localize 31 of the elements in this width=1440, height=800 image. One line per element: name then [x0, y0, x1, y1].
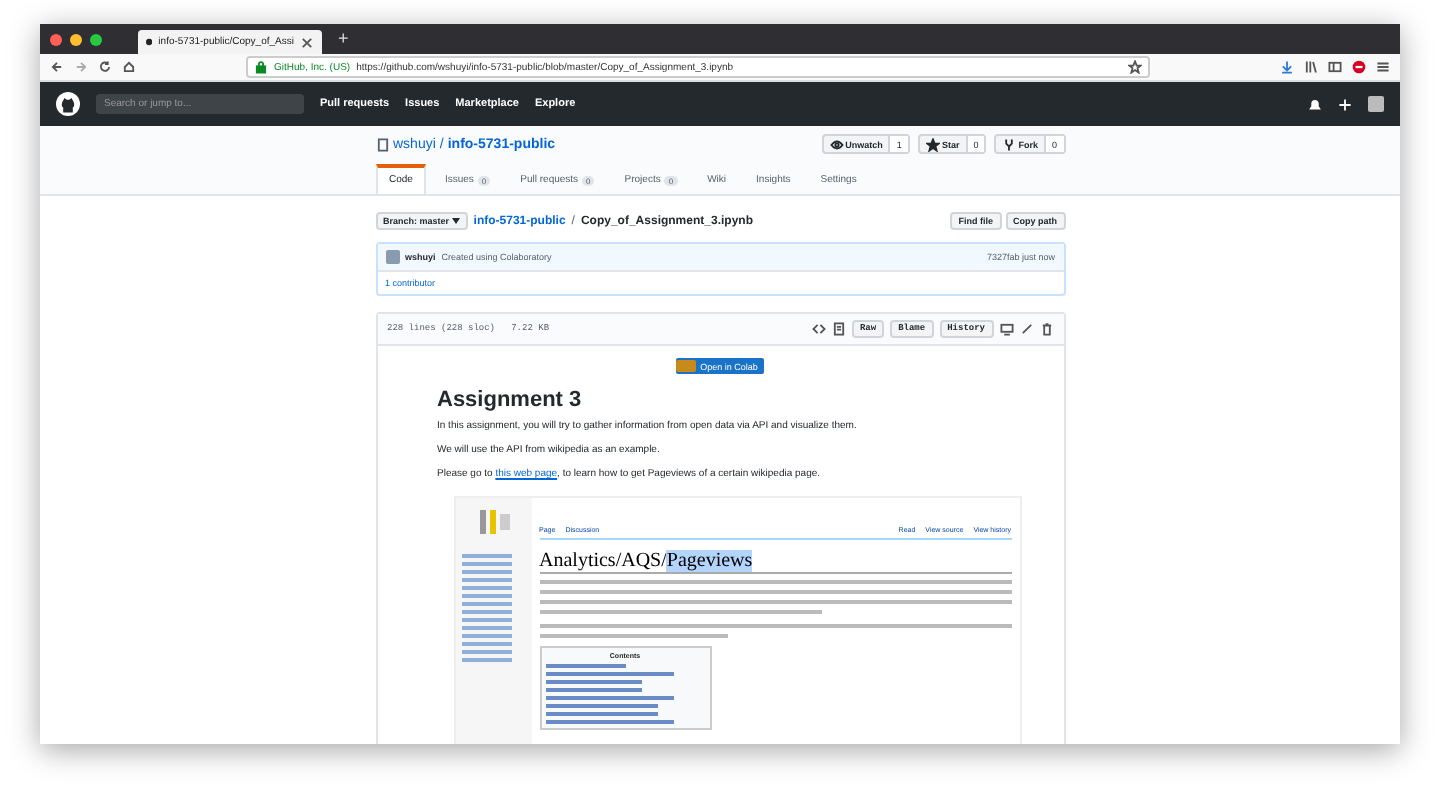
eye-icon[interactable]: [829, 137, 844, 151]
new-tab-button[interactable]: +: [338, 30, 349, 48]
wiki-title: Analytics/AQS/Pageviews: [539, 550, 1011, 574]
bell-icon[interactable]: [1308, 97, 1322, 111]
github-logo-icon[interactable]: [56, 92, 80, 116]
home-icon[interactable]: [122, 60, 136, 74]
plus-icon[interactable]: [1338, 97, 1352, 111]
star-icon[interactable]: [925, 137, 940, 151]
menu-icon[interactable]: [1376, 60, 1390, 74]
close-window-icon[interactable]: [50, 33, 62, 45]
code-icon[interactable]: [811, 322, 826, 336]
bookmark-star-icon[interactable]: [1128, 60, 1142, 74]
maximize-window-icon[interactable]: [90, 33, 102, 45]
block-icon[interactable]: [1352, 60, 1366, 74]
lock-icon: [254, 60, 268, 74]
back-icon[interactable]: [50, 60, 64, 74]
reload-icon[interactable]: [98, 60, 112, 74]
minimize-window-icon[interactable]: [70, 33, 82, 45]
close-icon[interactable]: [300, 35, 314, 49]
avatar-icon: [385, 250, 399, 264]
trash-icon[interactable]: [1039, 322, 1053, 336]
sidebar-icon[interactable]: [1328, 60, 1342, 74]
desktop-icon[interactable]: [999, 322, 1013, 336]
repo-icon: [375, 137, 389, 151]
rendered-view-icon[interactable]: [831, 322, 846, 336]
notebook-heading: Assignment 3: [437, 388, 584, 412]
download-icon[interactable]: [1280, 60, 1294, 74]
caret-icon: [451, 218, 460, 224]
library-icon[interactable]: [1304, 60, 1318, 74]
fork-icon[interactable]: [1002, 137, 1017, 151]
pencil-icon[interactable]: [1019, 322, 1033, 336]
